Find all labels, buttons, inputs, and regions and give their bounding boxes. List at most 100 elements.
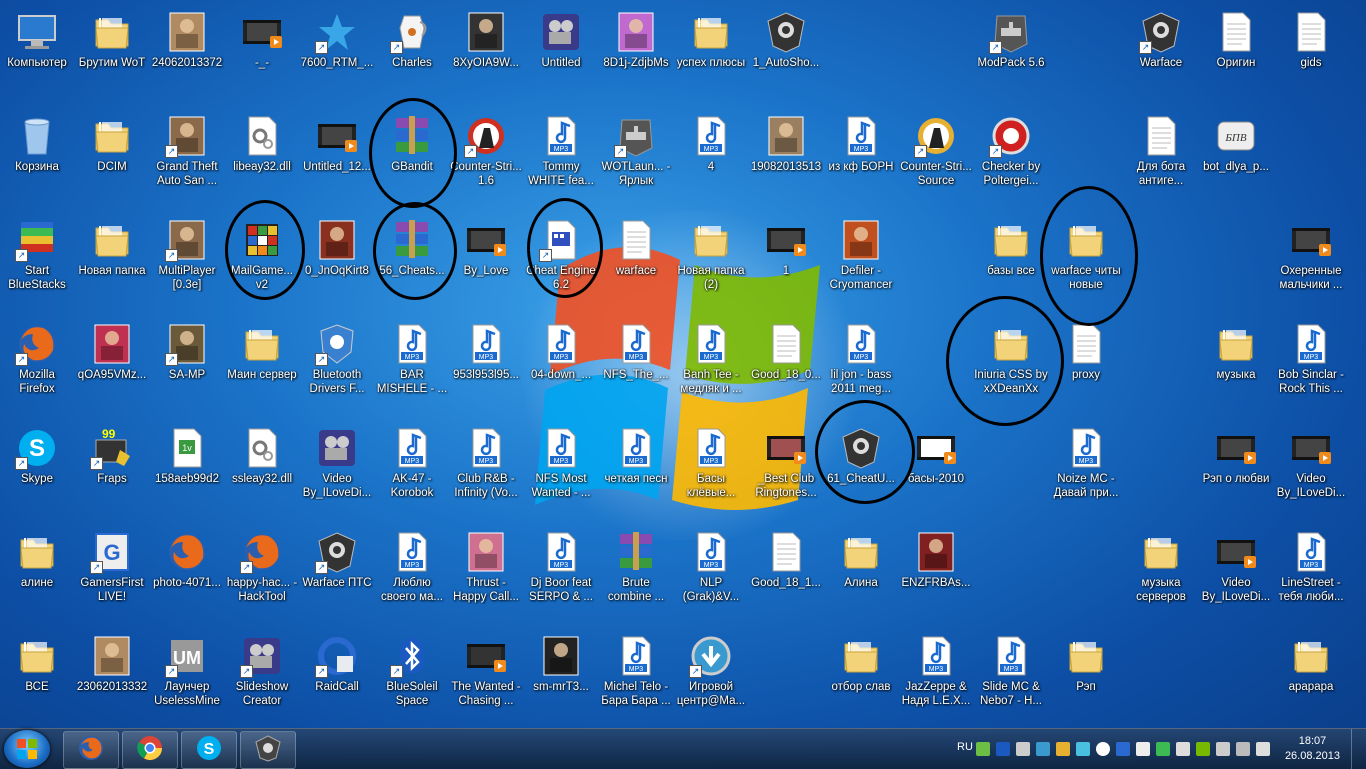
desktop-icon[interactable]: ↗ 7600_RTM_... xyxy=(300,0,374,100)
taskbar-skype-button[interactable]: S xyxy=(181,731,237,769)
desktop-icon[interactable]: ↗ Start BlueStacks xyxy=(0,208,74,308)
desktop-icon[interactable]: MP3 lil jon - bass 2011 meg... xyxy=(824,312,898,412)
desktop-icon[interactable]: MP3 Slide MC & Nebo7 - H... xyxy=(974,624,1048,724)
desktop-icon[interactable]: warface xyxy=(599,208,673,308)
desktop-icon[interactable]: MP3 AK-47 - Korobok xyxy=(375,416,449,516)
desktop-icon[interactable]: Компьютер xyxy=(0,0,74,100)
desktop-icon[interactable]: отбор слав xyxy=(824,624,898,724)
tray-bluetooth-icon[interactable] xyxy=(996,742,1010,756)
tray-shield-icon[interactable] xyxy=(1156,742,1170,756)
tray-battery-icon[interactable] xyxy=(1176,742,1190,756)
tray-camera-icon[interactable] xyxy=(1016,742,1030,756)
tray-skype-icon[interactable] xyxy=(1076,742,1090,756)
tray-app-icon[interactable] xyxy=(976,742,990,756)
tray-raidcall-icon[interactable] xyxy=(1116,742,1130,756)
tray-nvidia-icon[interactable] xyxy=(1196,742,1210,756)
desktop-icon[interactable]: MP3 Banh Tee - медляк и ... xyxy=(674,312,748,412)
desktop-icon[interactable]: ssleay32.dll xyxy=(225,416,299,516)
desktop-icon[interactable]: БПВ bot_dlya_p... xyxy=(1199,104,1273,204)
desktop-icon[interactable]: ВСЕ xyxy=(0,624,74,724)
desktop-icon[interactable]: ENZFRBAs... xyxy=(899,520,973,620)
tray-monitor-icon[interactable] xyxy=(1216,742,1230,756)
desktop-icon[interactable]: ↗ Игровой центр@Ма... xyxy=(674,624,748,724)
start-button[interactable] xyxy=(4,730,50,768)
desktop-icon[interactable]: MP3 953l953l95... xyxy=(449,312,523,412)
tray-bluestacks-icon[interactable] xyxy=(1056,742,1070,756)
desktop-icon[interactable]: MP3 JazZeppe & Надя L.E.X... xyxy=(899,624,973,724)
desktop-icon[interactable]: арарара xyxy=(1274,624,1348,724)
desktop-icon[interactable]: Good_18_1... xyxy=(749,520,823,620)
desktop-icon[interactable]: ↗ BlueSoleil Space xyxy=(375,624,449,724)
desktop-icon[interactable]: ↗ Warface ПТС xyxy=(300,520,374,620)
desktop-icon[interactable]: ↗ WOTLaun... - Ярлык xyxy=(599,104,673,204)
desktop-icon[interactable]: базы все xyxy=(974,208,1048,308)
desktop-icon[interactable]: MP3 Michel Telo - Бара Бара ... xyxy=(599,624,673,724)
desktop-icon[interactable]: 8XyOIA9W... xyxy=(449,0,523,100)
desktop-icon[interactable]: MP3 из кф БОРН xyxy=(824,104,898,204)
desktop-icon[interactable]: 99 ↗ Fraps xyxy=(75,416,149,516)
desktop-icon[interactable]: MP3 NFS_The_... xyxy=(599,312,673,412)
tray-download-icon[interactable] xyxy=(1096,742,1110,756)
desktop-icon[interactable]: музыка xyxy=(1199,312,1273,412)
desktop-icon[interactable]: MP3 BAR MISHELE - ... xyxy=(375,312,449,412)
desktop-icon[interactable]: Рэп о любви xyxy=(1199,416,1273,516)
desktop-icon[interactable]: 1 xyxy=(749,208,823,308)
desktop-icon[interactable]: Thrust - Happy Call... xyxy=(449,520,523,620)
desktop-icon[interactable]: _Best Club Ringtones... xyxy=(749,416,823,516)
desktop-icon[interactable]: MP3 04-down_... xyxy=(524,312,598,412)
desktop-icon[interactable]: Новая папка xyxy=(75,208,149,308)
desktop-icon[interactable]: музыка серверов xyxy=(1124,520,1198,620)
desktop-icon[interactable]: MP3 Bob Sinclar - Rock This ... xyxy=(1274,312,1348,412)
desktop-icon[interactable]: ↗ Slideshow Creator xyxy=(225,624,299,724)
desktop-icon[interactable]: MP3 Club R&B - Infinity (Vo... xyxy=(449,416,523,516)
desktop-icon[interactable]: ↗ Counter-Stri... 1.6 xyxy=(449,104,523,204)
tray-volume-icon[interactable] xyxy=(1256,742,1270,756)
desktop-icon[interactable]: DCIM xyxy=(75,104,149,204)
desktop-icon[interactable]: Новая папка (2) xyxy=(674,208,748,308)
desktop-icon[interactable]: Video By_ILoveDi... xyxy=(300,416,374,516)
desktop-icon[interactable]: MP3 Люблю своего ма... xyxy=(375,520,449,620)
desktop-icon[interactable]: MP3 NLP (Grak)&V... xyxy=(674,520,748,620)
desktop-icon[interactable]: ↗ Charles xyxy=(375,0,449,100)
desktop-icon[interactable]: 0_JnOqKirt8 xyxy=(300,208,374,308)
desktop-icon[interactable]: gids xyxy=(1274,0,1348,100)
desktop-icon[interactable]: S ↗ Skype xyxy=(0,416,74,516)
desktop-icon[interactable]: Алина xyxy=(824,520,898,620)
desktop-icon[interactable]: ↗ SA-MP xyxy=(150,312,224,412)
desktop-icon[interactable]: MP3 Noize MC - Давай при... xyxy=(1049,416,1123,516)
desktop-icon[interactable]: Brute combine ... xyxy=(599,520,673,620)
desktop-icon[interactable]: sm-mrT3... xyxy=(524,624,598,724)
desktop-icon[interactable]: MP3 четкая песн xyxy=(599,416,673,516)
desktop-icon[interactable]: MP3 Dj Boor feat SERPO & ... xyxy=(524,520,598,620)
taskbar-warface-button[interactable] xyxy=(240,731,296,769)
desktop-icon[interactable]: 24062013372 xyxy=(150,0,224,100)
desktop-icon[interactable]: MP3 LineStreet - тебя люби... xyxy=(1274,520,1348,620)
language-indicator[interactable]: RU xyxy=(957,741,973,753)
desktop-icon[interactable]: G ↗ GamersFirst LIVE! xyxy=(75,520,149,620)
desktop-icon[interactable]: MP3 NFS Most Wanted - ... xyxy=(524,416,598,516)
desktop-icon[interactable]: алине xyxy=(0,520,74,620)
desktop-icon[interactable]: 1_AutoSho... xyxy=(749,0,823,100)
desktop-icon[interactable]: qOA95VMz... xyxy=(75,312,149,412)
desktop-icon[interactable]: Охеренные мальчики ... xyxy=(1274,208,1348,308)
tray-network-icon[interactable] xyxy=(1036,742,1050,756)
desktop-icon[interactable]: MP3 4 xyxy=(674,104,748,204)
desktop-icon[interactable]: The Wanted - Chasing ... xyxy=(449,624,523,724)
desktop-icon[interactable]: 23062013332 xyxy=(75,624,149,724)
desktop-icon[interactable]: Рэп xyxy=(1049,624,1123,724)
desktop-icon[interactable]: ↗ ModPack 5.6 xyxy=(974,0,1048,100)
show-desktop-button[interactable] xyxy=(1351,729,1366,769)
desktop-icon[interactable]: Video By_ILoveDi... xyxy=(1199,520,1273,620)
desktop-icon[interactable]: Untitled xyxy=(524,0,598,100)
desktop-icon[interactable]: Корзина xyxy=(0,104,74,204)
taskbar-chrome-button[interactable] xyxy=(122,731,178,769)
desktop-icon[interactable]: By_Love xyxy=(449,208,523,308)
desktop-icon[interactable]: photo-4071... xyxy=(150,520,224,620)
desktop-icon[interactable]: -_- xyxy=(225,0,299,100)
desktop-icon[interactable]: ↗ Counter-Stri... Source xyxy=(899,104,973,204)
desktop-icon[interactable]: ↗ RaidCall xyxy=(300,624,374,724)
desktop-icon[interactable]: 1v 158aeb99d2 xyxy=(150,416,224,516)
desktop-icon[interactable]: MP3 Tommy WHITE fea... xyxy=(524,104,598,204)
tray-signal-icon[interactable] xyxy=(1236,742,1250,756)
tray-flag-icon[interactable] xyxy=(1136,742,1150,756)
